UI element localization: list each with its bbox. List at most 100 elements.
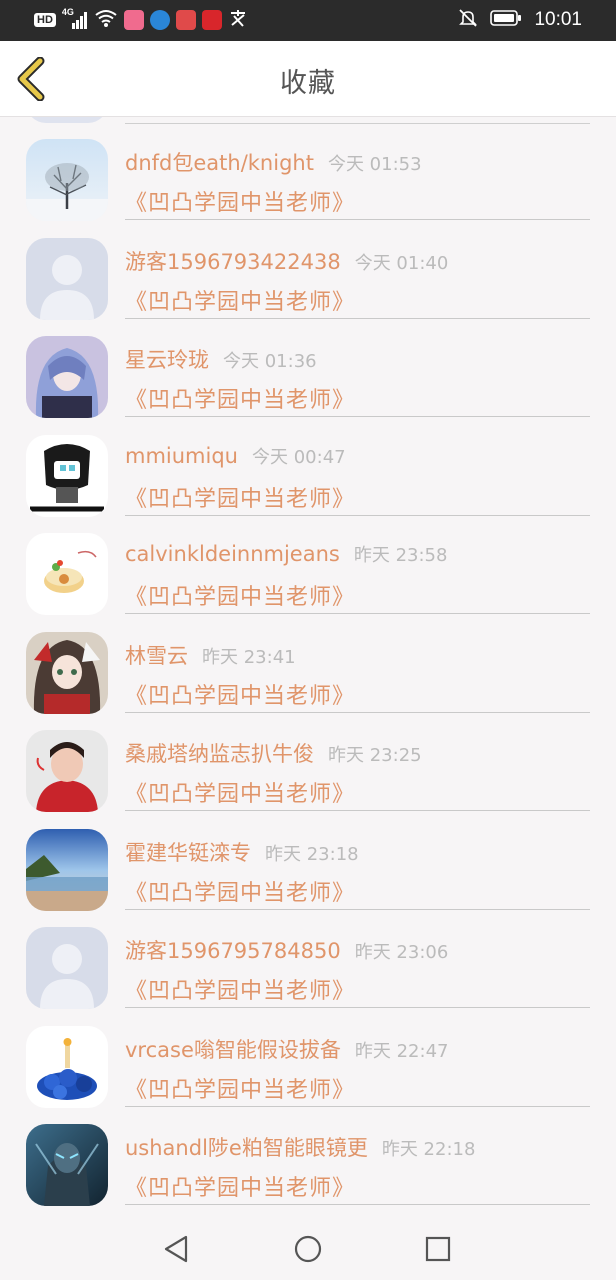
user-name[interactable]: 游客1596795784850 <box>125 939 341 963</box>
item-time: 昨天 23:25 <box>328 745 422 766</box>
item-time: 今天 01:36 <box>223 351 317 372</box>
book-title[interactable]: 《凹凸学园中当老师》 <box>125 875 355 907</box>
item-header: dnfd包eath/knight 今天 01:53 <box>125 147 422 177</box>
user-name[interactable]: 林雪云 <box>125 644 188 668</box>
book-title[interactable]: 《凹凸学园中当老师》 <box>125 382 355 414</box>
hd-icon: HD <box>34 13 56 27</box>
list-item[interactable]: ushandl陟e粕智能眼镜更 昨天 22:18 《凹凸学园中当老师》 <box>0 1102 616 1206</box>
list-item[interactable]: 霍建华铤滦专 昨天 23:18 《凹凸学园中当老师》 <box>0 807 616 911</box>
nav-recents-button[interactable] <box>420 1231 456 1267</box>
header: 收藏 <box>0 41 616 117</box>
avatar[interactable] <box>26 1124 108 1206</box>
list-item[interactable]: vrcase嗡智能假设拔备 昨天 22:47 《凹凸学园中当老师》 <box>0 1004 616 1108</box>
avatar-image <box>26 730 108 812</box>
list-item[interactable]: 林雪云 昨天 23:41 《凹凸学园中当老师》 <box>0 610 616 714</box>
battery-icon <box>490 9 522 31</box>
wifi-icon <box>94 8 118 32</box>
nav-home-button[interactable] <box>290 1231 326 1267</box>
status-right: 10:01 <box>458 8 582 32</box>
item-header: vrcase嗡智能假设拔备 昨天 22:47 <box>125 1034 448 1064</box>
user-name[interactable]: mmiumiqu <box>125 444 238 468</box>
avatar-image <box>26 434 108 517</box>
user-name[interactable]: vrcase嗡智能假设拔备 <box>125 1038 341 1062</box>
item-time: 今天 01:40 <box>354 252 449 274</box>
list-item[interactable]: mmiumiqu 今天 00:47 《凹凸学园中当老师》 <box>0 413 616 517</box>
avatar-image <box>26 533 108 615</box>
avatar[interactable] <box>26 1025 108 1108</box>
circle-home-icon <box>294 1235 322 1263</box>
list-item[interactable]: 游客1596795784850 昨天 23:06 《凹凸学园中当老师》 <box>0 905 616 1009</box>
app-notification-icon-browser <box>149 10 170 30</box>
mute-bell-icon <box>458 8 478 32</box>
item-header: 林雪云 昨天 23:41 <box>125 640 296 670</box>
book-title[interactable]: 《凹凸学园中当老师》 <box>125 1072 355 1104</box>
status-time: 10:01 <box>534 9 582 30</box>
user-name[interactable]: 霍建华铤滦专 <box>125 841 251 865</box>
book-title[interactable]: 《凹凸学园中当老师》 <box>125 776 355 808</box>
avatar-image <box>26 631 108 714</box>
book-title[interactable]: 《凹凸学园中当老师》 <box>125 284 355 316</box>
avatar[interactable] <box>26 336 108 418</box>
avatar[interactable] <box>26 730 108 812</box>
avatar[interactable] <box>26 139 108 221</box>
item-time: 昨天 22:18 <box>381 1139 476 1160</box>
signal-4g-icon: 4G <box>62 7 88 30</box>
item-time: 昨天 23:58 <box>353 545 448 566</box>
avatar[interactable] <box>26 631 108 714</box>
user-name[interactable]: dnfd包eath/knight <box>125 151 314 175</box>
avatar-image <box>26 139 108 221</box>
item-header: 游客1596793422438 今天 01:40 <box>125 246 448 276</box>
avatar[interactable] <box>26 828 108 911</box>
status-left: HD 4G <box>34 7 248 32</box>
book-title[interactable]: 《凹凸学园中当老师》 <box>125 579 355 611</box>
item-header: calvinkldeinnmjeans 昨天 23:58 <box>125 541 447 567</box>
book-title[interactable]: 《凹凸学园中当老师》 <box>125 185 355 217</box>
user-name[interactable]: 星云玲珑 <box>125 348 209 372</box>
item-time: 昨天 23:41 <box>202 646 296 668</box>
list-item[interactable]: calvinkldeinnmjeans 昨天 23:58 《凹凸学园中当老师》 <box>0 511 616 615</box>
book-title[interactable]: 《凹凸学园中当老师》 <box>125 973 355 1005</box>
page-title: 收藏 <box>280 68 336 99</box>
app-notification-icon-book <box>175 10 196 30</box>
avatar-image <box>26 828 108 911</box>
avatar-image <box>26 927 108 1009</box>
list-item[interactable]: 星云玲珑 今天 01:36 《凹凸学园中当老师》 <box>0 314 616 418</box>
list-item[interactable]: 桑戚塔纳监志扒牛俊 昨天 23:25 《凹凸学园中当老师》 <box>0 708 616 812</box>
item-time: 今天 01:53 <box>327 154 422 175</box>
book-title[interactable]: 《凹凸学园中当老师》 <box>125 481 355 513</box>
item-header: ushandl陟e粕智能眼镜更 昨天 22:18 <box>125 1132 475 1162</box>
item-header: 霍建华铤滦专 昨天 23:18 <box>125 837 359 867</box>
status-bar: HD 4G 10:01 <box>0 0 616 41</box>
square-recents-icon <box>425 1236 451 1262</box>
item-header: 游客1596795784850 昨天 23:06 <box>125 935 448 965</box>
user-name[interactable]: ushandl陟e粕智能眼镜更 <box>125 1136 368 1160</box>
item-time: 昨天 22:47 <box>354 1040 449 1062</box>
avatar-image <box>26 336 108 418</box>
app-notification-icon-text <box>228 8 248 32</box>
favorites-list[interactable]: dnfd包eath/knight 今天 01:53 《凹凸学园中当老师》 游客1596… <box>0 117 616 1218</box>
triangle-back-icon <box>164 1235 188 1263</box>
avatar[interactable] <box>26 927 108 1009</box>
book-title[interactable]: 《凹凸学园中当老师》 <box>125 678 355 710</box>
avatar-image <box>26 237 108 320</box>
user-name[interactable]: 游客1596793422438 <box>125 250 341 274</box>
avatar-image <box>26 1124 108 1206</box>
list-item[interactable]: dnfd包eath/knight 今天 01:53 《凹凸学园中当老师》 <box>0 117 616 221</box>
list-divider <box>125 1204 590 1205</box>
item-time: 昨天 23:18 <box>265 843 359 865</box>
user-name[interactable]: calvinkldeinnmjeans <box>125 542 340 566</box>
avatar[interactable] <box>26 533 108 615</box>
avatar-image <box>26 1025 108 1108</box>
avatar[interactable] <box>26 237 108 320</box>
book-title[interactable]: 《凹凸学园中当老师》 <box>125 1170 355 1202</box>
nav-back-button[interactable] <box>158 1231 194 1267</box>
item-header: mmiumiqu 今天 00:47 <box>125 443 346 469</box>
item-header: 桑戚塔纳监志扒牛俊 昨天 23:25 <box>125 738 422 768</box>
app-notification-icon-cat <box>123 10 144 30</box>
item-time: 今天 00:47 <box>252 446 346 468</box>
avatar[interactable] <box>26 434 108 517</box>
system-nav-bar <box>0 1218 616 1280</box>
user-name[interactable]: 桑戚塔纳监志扒牛俊 <box>125 742 314 766</box>
item-header: 星云玲珑 今天 01:36 <box>125 344 317 374</box>
list-item[interactable]: 游客1596793422438 今天 01:40 《凹凸学园中当老师》 <box>0 216 616 320</box>
